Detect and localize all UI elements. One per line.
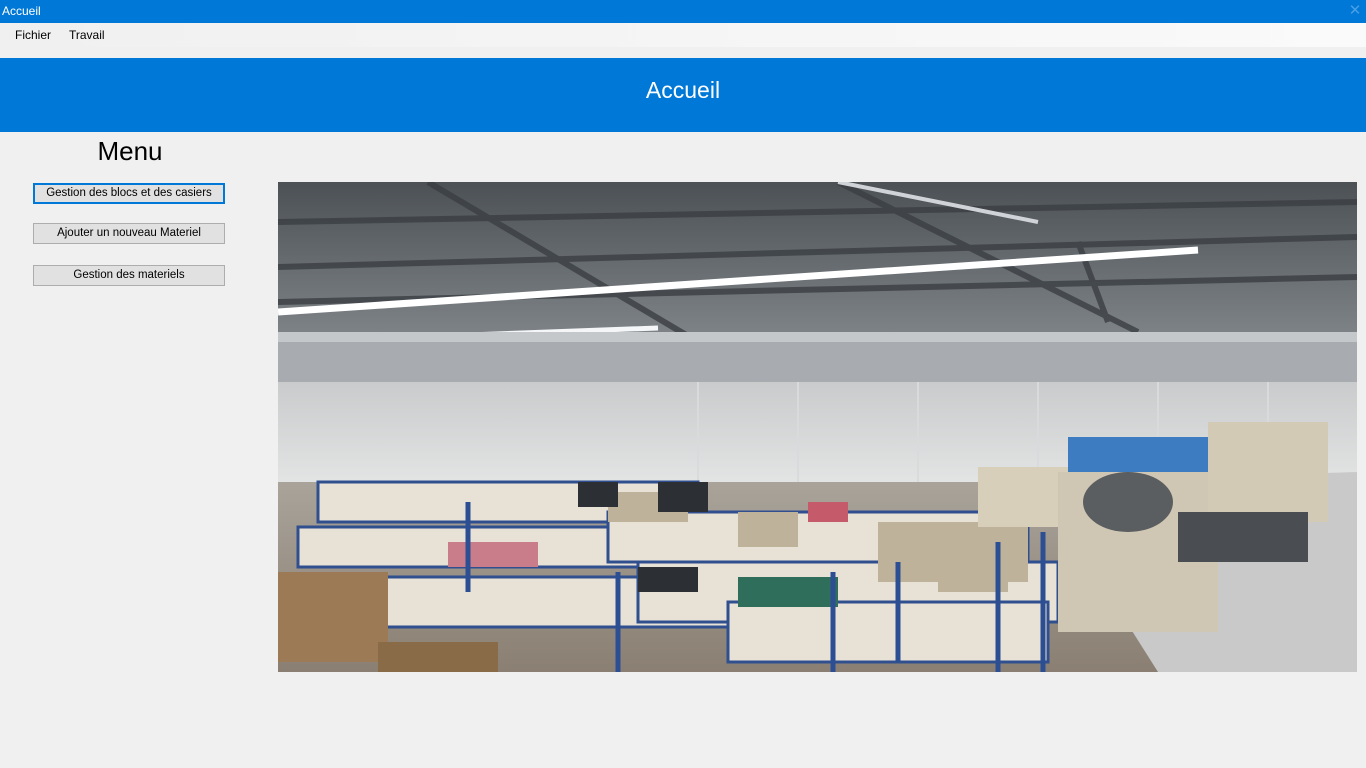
warehouse-photo [278,182,1357,672]
add-material-button[interactable]: Ajouter un nouveau Materiel [33,223,225,244]
manage-blocks-button[interactable]: Gestion des blocs et des casiers [33,183,225,204]
menu-heading: Menu [97,136,163,166]
window-title: Accueil [2,4,41,18]
menu-bar: Fichier Travail [0,23,1366,47]
menu-fichier[interactable]: Fichier [14,27,52,43]
close-icon[interactable]: ✕ [1344,0,1366,23]
title-bar: Accueil ✕ [0,0,1366,23]
page-title: Accueil [645,77,721,103]
menu-travail[interactable]: Travail [68,27,106,43]
header-banner: Accueil [0,58,1366,132]
manage-materials-button[interactable]: Gestion des materiels [33,265,225,286]
